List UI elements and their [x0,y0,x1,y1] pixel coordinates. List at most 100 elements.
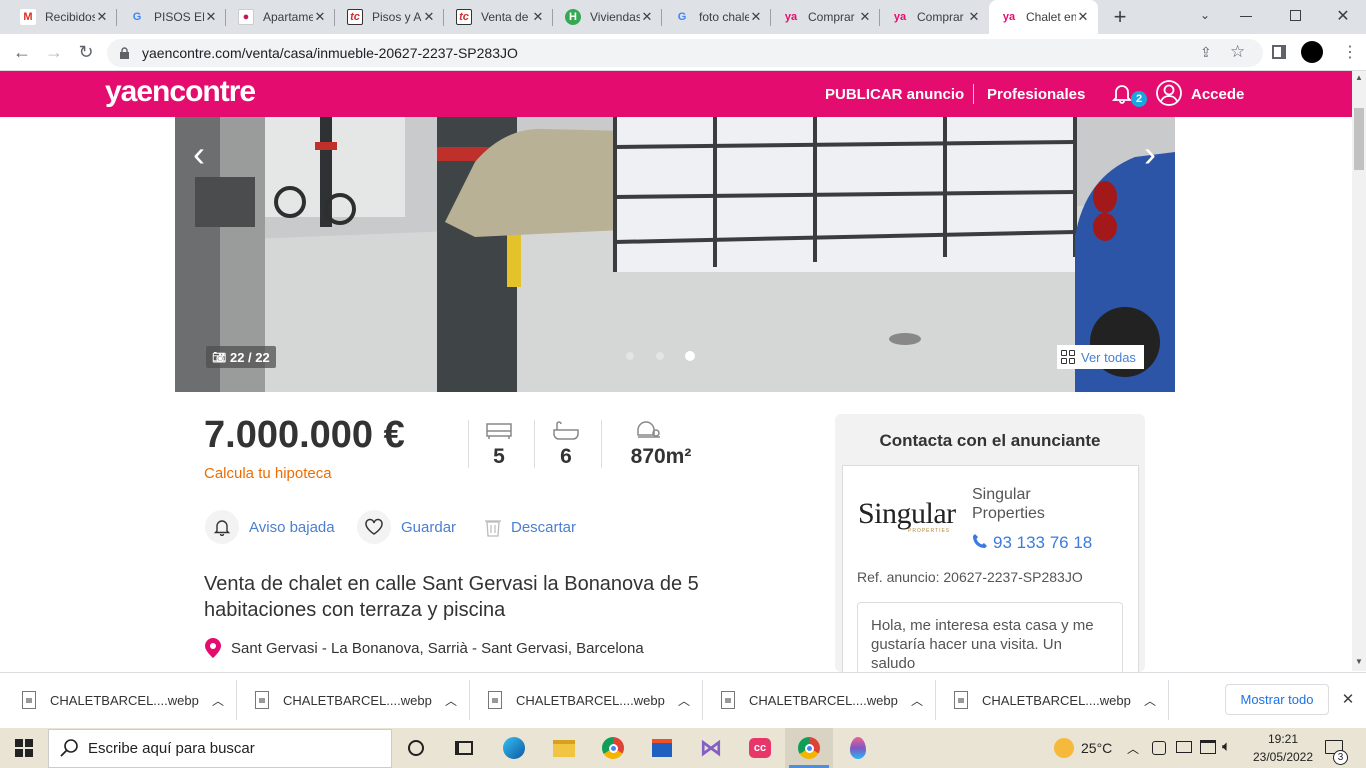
tab-search-icon[interactable]: ⌄ [1196,8,1214,26]
listing-title: Venta de chalet en calle Sant Gervasi la… [204,573,699,621]
close-tab-icon[interactable]: ✕ [95,10,109,24]
close-tab-icon[interactable]: ✕ [422,10,436,24]
task-view-icon[interactable] [448,732,480,764]
tab-chalet-active[interactable]: ya Chalet en ✕ [989,0,1098,34]
heart-icon[interactable] [357,510,391,544]
tab-pisos[interactable]: G PISOS EN ✕ [117,0,226,34]
scroll-down-icon[interactable]: ▼ [1354,657,1364,667]
side-panel-icon[interactable] [1272,45,1286,59]
store-icon[interactable] [646,732,678,764]
download-item[interactable]: CHALETBARCEL....webp ︿ [0,672,233,728]
gallery-prev-icon[interactable]: ‹ [184,133,214,174]
agency-name[interactable]: Singular Properties [972,485,1092,523]
chevron-up-tray-icon[interactable]: ︿ [1127,740,1139,757]
network-icon[interactable] [1200,740,1216,754]
tab-recibidos[interactable]: M Recibidos ✕ [8,0,117,34]
chevron-up-icon[interactable]: ︿ [436,692,466,709]
close-tab-icon[interactable]: ✕ [967,10,981,24]
volume-icon[interactable]: 🔈︎ [1222,738,1231,755]
professionals-link[interactable]: Profesionales [987,86,1085,103]
battery-icon[interactable] [1176,741,1192,753]
chevron-up-icon[interactable]: ︿ [902,692,932,709]
close-tab-icon[interactable]: ✕ [1076,10,1090,24]
chrome-active-icon[interactable] [793,732,825,764]
rooms-value: 5 [493,445,505,468]
user-icon[interactable] [1156,80,1182,106]
scrollbar-thumb[interactable] [1354,108,1364,170]
new-tab-button[interactable]: + [1108,5,1132,29]
gallery-next-icon[interactable]: › [1135,133,1165,174]
close-downloads-icon[interactable]: ✕ [1339,690,1357,708]
menu-icon[interactable]: ⋮ [1340,42,1360,62]
close-tab-icon[interactable]: ✕ [858,10,872,24]
close-tab-icon[interactable]: ✕ [640,10,654,24]
weather-temp[interactable]: 25°C [1081,740,1112,756]
taskbar-search-placeholder[interactable]: Escribe aquí para buscar [88,740,255,757]
photo-gallery[interactable] [175,117,1175,392]
cortana-icon[interactable] [400,732,432,764]
view-all-button[interactable]: Ver todas [1057,345,1144,369]
download-item[interactable]: CHALETBARCEL....webp ︿ [466,672,699,728]
bell-alert-icon[interactable] [205,510,239,544]
back-icon[interactable]: ← [10,40,34,64]
tab-comprar-2[interactable]: ya Comprar ✕ [880,0,989,34]
download-item[interactable]: CHALETBARCEL....webp ︿ [932,672,1165,728]
trash-icon[interactable] [484,517,502,537]
file-icon [954,691,968,709]
forward-icon[interactable]: → [42,40,66,64]
bell-icon[interactable] [1111,82,1133,104]
bath-icon [552,421,580,441]
minimize-icon[interactable] [1240,16,1252,17]
file-explorer-icon[interactable] [548,732,580,764]
chevron-up-icon[interactable]: ︿ [1135,692,1165,709]
agency-logo[interactable]: Singular [858,497,956,531]
gallery-dot[interactable] [626,352,634,360]
close-tab-icon[interactable]: ✕ [749,10,763,24]
close-window-icon[interactable]: ✕ [1334,6,1352,25]
visual-studio-icon[interactable]: ⋈ [695,732,727,764]
close-tab-icon[interactable]: ✕ [531,10,545,24]
tab-venta-de[interactable]: tc Venta de ✕ [444,0,553,34]
price-alert-button[interactable]: Aviso bajada [249,519,335,536]
show-all-downloads-button[interactable]: Mostrar todo [1225,684,1329,715]
clock-time[interactable]: 19:21 [1255,732,1311,746]
maximize-icon[interactable] [1290,10,1301,21]
agency-logo-sub: PROPERTIES [908,528,951,534]
creative-cloud-icon[interactable]: cc [744,732,776,764]
close-tab-icon[interactable]: ✕ [204,10,218,24]
message-textarea[interactable]: Hola, me interesa esta casa y me gustarí… [857,602,1123,672]
login-link[interactable]: Accede [1191,86,1244,103]
weather-sun-icon[interactable] [1054,738,1074,758]
tab-viviendas[interactable]: H Viviendas ✕ [553,0,662,34]
chevron-up-icon[interactable]: ︿ [203,692,233,709]
tab-comprar-1[interactable]: ya Comprar ✕ [771,0,880,34]
divider [1168,680,1169,720]
download-item[interactable]: CHALETBARCEL....webp ︿ [233,672,466,728]
paint-icon[interactable] [842,732,874,764]
chevron-up-icon[interactable]: ︿ [669,692,699,709]
profile-avatar[interactable] [1301,41,1323,63]
chrome-icon[interactable] [597,732,629,764]
gallery-dot-active[interactable] [685,351,695,361]
share-icon[interactable]: ⇪ [1200,44,1218,62]
clock-date[interactable]: 23/05/2022 [1251,750,1315,764]
gallery-dot[interactable] [656,352,664,360]
meet-icon[interactable] [1152,741,1166,755]
windows-start-icon[interactable] [15,739,33,757]
download-item[interactable]: CHALETBARCEL....webp ︿ [699,672,932,728]
scroll-up-icon[interactable]: ▲ [1354,73,1364,83]
save-button[interactable]: Guardar [401,519,456,536]
phone-number[interactable]: 93 133 76 18 [993,533,1092,553]
reload-icon[interactable]: ↻ [74,40,98,64]
site-logo[interactable]: yaencontre [105,72,256,112]
edge-icon[interactable] [498,732,530,764]
tab-foto-chalet[interactable]: G foto chalet ✕ [662,0,771,34]
bookmark-star-icon[interactable]: ☆ [1230,42,1250,62]
mortgage-link[interactable]: Calcula tu hipoteca [204,465,332,482]
tab-pisos-y[interactable]: tc Pisos y A ✕ [335,0,444,34]
tab-apartamentos[interactable]: ● Apartamentos ✕ [226,0,335,34]
url-text[interactable]: yaencontre.com/venta/casa/inmueble-20627… [142,45,518,61]
close-tab-icon[interactable]: ✕ [313,10,327,24]
publish-ad-link[interactable]: PUBLICAR anuncio [825,86,964,103]
discard-button[interactable]: Descartar [511,519,576,536]
